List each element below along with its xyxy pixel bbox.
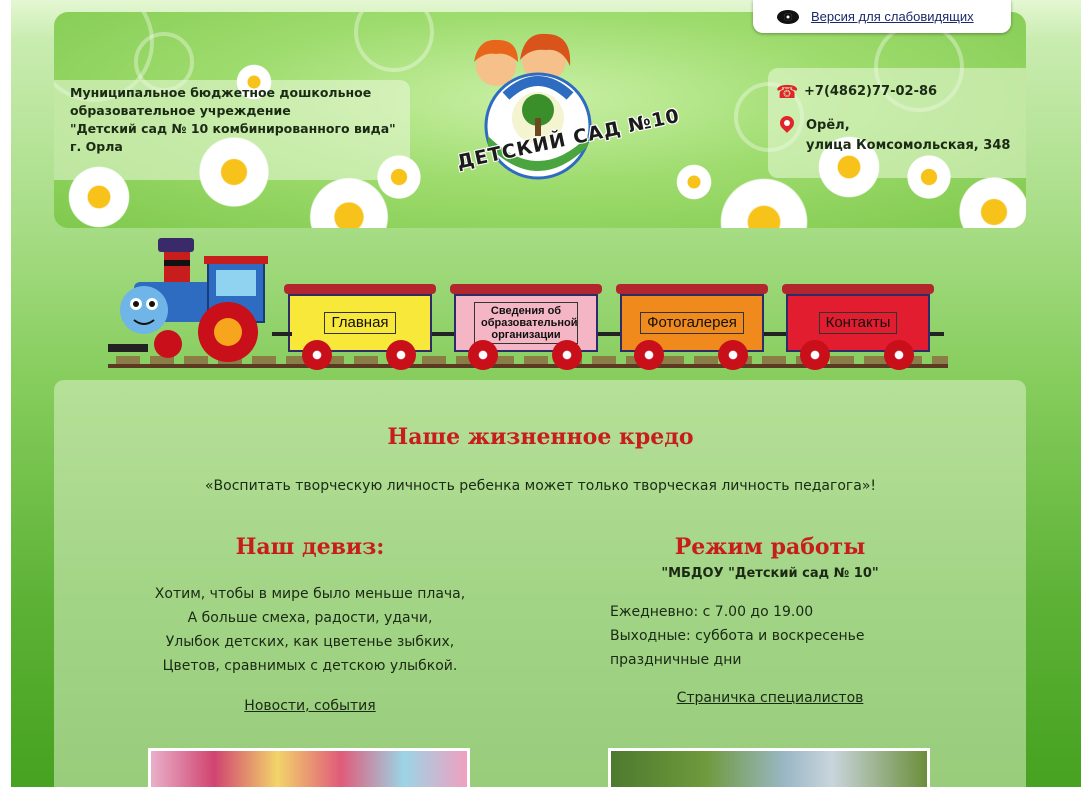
coupler xyxy=(764,332,786,336)
address-row: Орёл, улица Комсомольская, 348 xyxy=(780,116,1010,156)
address-street: улица Комсомольская, 348 xyxy=(806,138,1011,153)
wheel-icon xyxy=(386,340,416,370)
daisy-icon xyxy=(674,162,714,202)
car-roof xyxy=(450,284,602,294)
nav-car-home[interactable]: Главная xyxy=(284,284,436,370)
motto-title: Наш девиз: xyxy=(235,534,385,560)
eye-icon xyxy=(777,9,799,24)
nav-item-gallery[interactable]: Фотогалерея xyxy=(640,312,744,334)
coupler xyxy=(272,332,292,336)
wheel-icon xyxy=(468,340,498,370)
credo-title: Наше жизненное кредо xyxy=(387,424,694,450)
specialists-photo[interactable] xyxy=(608,748,930,787)
wheel-icon xyxy=(302,340,332,370)
car-roof xyxy=(284,284,436,294)
phone-number[interactable]: +7(4862)77-02-86 xyxy=(804,84,937,99)
phone-row: ☎ +7(4862)77-02-86 xyxy=(776,84,937,102)
train-navigation: Главная Сведения об образовательной орга… xyxy=(108,232,948,378)
wheel-icon xyxy=(800,340,830,370)
organization-name: Муниципальное бюджетное дошкольное образ… xyxy=(70,85,396,154)
coupler xyxy=(432,332,454,336)
nav-item-home[interactable]: Главная xyxy=(324,312,396,334)
accessibility-tab[interactable]: Версия для слабовидящих xyxy=(753,0,1011,33)
wheel-icon xyxy=(552,340,582,370)
credo-quote: «Воспитать творческую личность ребенка м… xyxy=(204,478,876,494)
nav-car-about[interactable]: Сведения об образовательной организации xyxy=(450,284,602,370)
wheel-icon xyxy=(884,340,914,370)
specialists-page-link[interactable]: Страничка специалистов xyxy=(610,690,930,706)
nav-item-about[interactable]: Сведения об образовательной организации xyxy=(474,302,578,344)
decor-circle xyxy=(354,12,434,72)
nav-item-contacts[interactable]: Контакты xyxy=(818,312,898,334)
car-roof xyxy=(616,284,768,294)
working-hours-title: Режим работы xyxy=(674,534,866,560)
wheel-icon xyxy=(634,340,664,370)
news-photo[interactable] xyxy=(148,748,470,787)
address-city: Орёл, xyxy=(806,118,850,133)
working-hours-subtitle: "МБДОУ "Детский сад № 10" xyxy=(661,566,879,581)
daisy-icon xyxy=(904,152,954,202)
daisy-icon xyxy=(374,152,424,202)
daisy-icon xyxy=(954,172,1026,228)
phone-icon: ☎ xyxy=(776,82,799,103)
accessibility-version-link[interactable]: Версия для слабовидящих xyxy=(811,9,974,24)
location-pin-icon xyxy=(780,116,794,134)
address-text: Орёл, улица Комсомольская, 348 xyxy=(806,116,1010,156)
locomotive-icon xyxy=(108,238,268,362)
news-events-link[interactable]: Новости, события xyxy=(150,698,470,714)
daisy-icon xyxy=(64,162,134,228)
kindergarten-logo[interactable] xyxy=(448,26,648,206)
car-roof xyxy=(782,284,934,294)
daisy-icon xyxy=(714,172,814,228)
coupler xyxy=(598,332,620,336)
wheel-icon xyxy=(718,340,748,370)
working-hours-list: Ежедневно: с 7.00 до 19.00 Выходные: суб… xyxy=(610,604,865,668)
coupler xyxy=(930,332,944,336)
motto-poem: Хотим, чтобы в мире было меньше плача, А… xyxy=(154,586,466,674)
nav-car-contacts[interactable]: Контакты xyxy=(782,284,934,370)
nav-car-gallery[interactable]: Фотогалерея xyxy=(616,284,768,370)
